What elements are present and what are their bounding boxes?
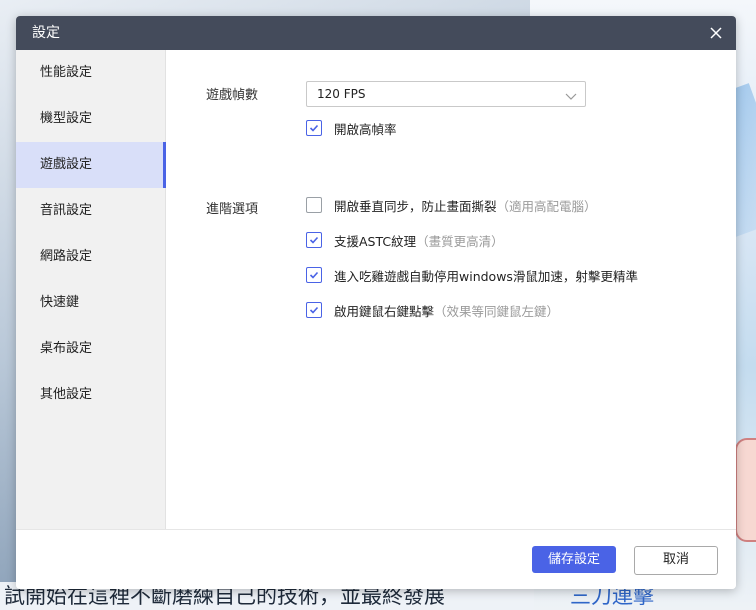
settings-sidebar: 性能設定 機型設定 遊戲設定 音訊設定 網路設定 快速鍵 桌布設定 其他設定: [16, 50, 166, 529]
settings-dialog: 設定 性能設定 機型設定 遊戲設定 音訊設定 網路設定 快速鍵 桌布設定 其他設…: [16, 16, 736, 589]
vsync-checkbox[interactable]: [306, 197, 322, 213]
fps-select-value: 120 FPS: [317, 87, 366, 101]
background-character: [735, 438, 756, 542]
sidebar-item-game[interactable]: 遊戲設定: [16, 142, 166, 188]
sidebar-item-hotkeys[interactable]: 快速鍵: [16, 280, 165, 326]
game-settings-panel: 遊戲幀數 120 FPS 開啟高幀率 進階選項 開啟垂直同步，防止畫面撕裂 （適…: [166, 50, 736, 529]
right-click-checkbox[interactable]: [306, 302, 322, 318]
sidebar-item-performance[interactable]: 性能設定: [16, 50, 165, 96]
save-button[interactable]: 儲存設定: [532, 546, 616, 573]
fps-label: 遊戲幀數: [206, 88, 259, 103]
astc-label: 支援ASTC紋理: [334, 233, 417, 249]
advanced-options-label: 進階選項: [206, 202, 259, 217]
mouse-accel-checkbox[interactable]: [306, 267, 322, 283]
sidebar-item-wallpaper[interactable]: 桌布設定: [16, 326, 165, 372]
high-fps-option: 開啟高幀率: [306, 119, 397, 137]
fps-select[interactable]: 120 FPS: [306, 81, 586, 107]
sidebar-item-network[interactable]: 網路設定: [16, 234, 165, 280]
chevron-down-icon: [564, 88, 578, 100]
dialog-title: 設定: [32, 25, 60, 41]
astc-option: 支援ASTC紋理 （畫質更高清）: [306, 231, 504, 249]
dialog-footer: 儲存設定 取消: [16, 529, 736, 589]
vsync-label: 開啟垂直同步，防止畫面撕裂: [334, 198, 497, 214]
right-click-note: （效果等同鍵鼠左鍵）: [434, 303, 560, 319]
close-icon[interactable]: [708, 25, 724, 41]
right-click-option: 啟用鍵鼠右鍵點擊 （效果等同鍵鼠左鍵）: [306, 301, 559, 319]
vsync-option: 開啟垂直同步，防止畫面撕裂 （適用高配電腦）: [306, 196, 597, 214]
mouse-accel-label: 進入吃雞遊戲自動停用windows滑鼠加速，射擊更精準: [334, 268, 638, 284]
astc-note: （畫質更高清）: [416, 233, 504, 249]
sidebar-item-audio[interactable]: 音訊設定: [16, 188, 165, 234]
mouse-accel-option: 進入吃雞遊戲自動停用windows滑鼠加速，射擊更精準: [306, 266, 638, 284]
right-click-label: 啟用鍵鼠右鍵點擊: [334, 303, 435, 319]
sidebar-item-other[interactable]: 其他設定: [16, 372, 165, 418]
cancel-button[interactable]: 取消: [634, 546, 718, 575]
high-fps-checkbox[interactable]: [306, 120, 322, 136]
sidebar-item-device-model[interactable]: 機型設定: [16, 96, 165, 142]
vsync-note: （適用高配電腦）: [496, 198, 597, 214]
astc-checkbox[interactable]: [306, 232, 322, 248]
high-fps-label: 開啟高幀率: [334, 121, 397, 137]
dialog-titlebar: 設定: [16, 16, 736, 50]
